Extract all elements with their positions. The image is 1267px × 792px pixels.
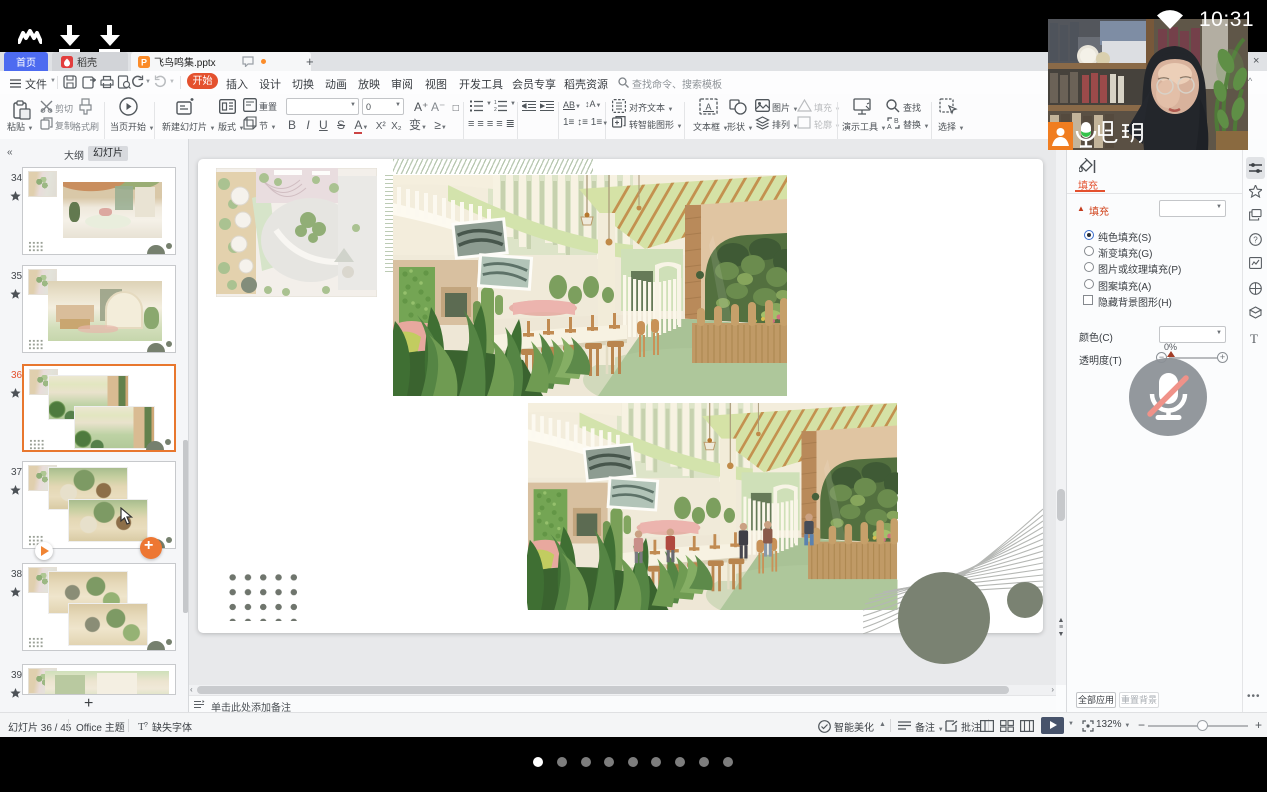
svg-text:B: B — [894, 118, 899, 125]
svg-text:A: A — [705, 102, 711, 112]
svg-text:A: A — [887, 124, 892, 130]
svg-text:1: 1 — [494, 100, 497, 106]
svg-text:?: ? — [144, 722, 148, 729]
svg-text:2: 2 — [494, 107, 497, 112]
svg-text:?: ? — [1253, 236, 1258, 245]
svg-text:P: P — [141, 57, 147, 67]
